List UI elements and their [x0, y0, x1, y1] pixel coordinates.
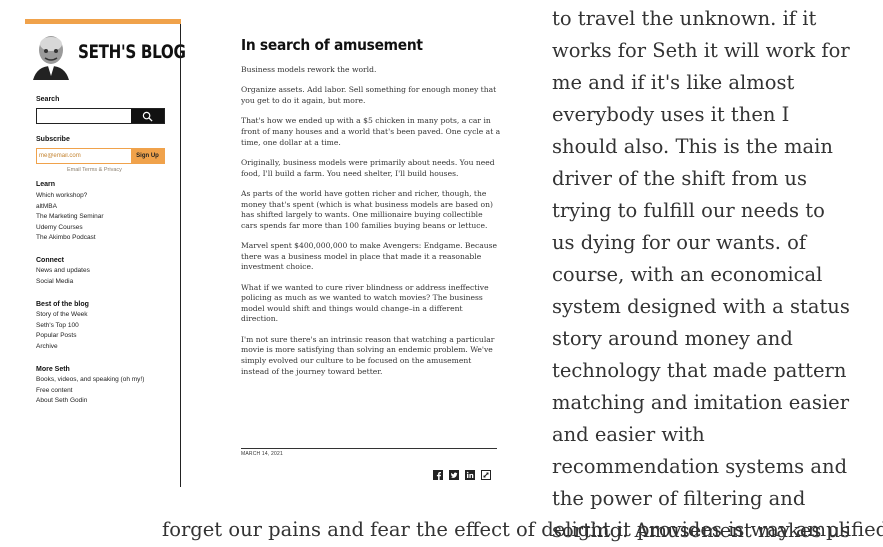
search-icon — [142, 111, 153, 122]
nav-link[interactable]: Books, videos, and speaking (oh my!) — [36, 375, 144, 386]
post-title[interactable]: In search of amusement — [241, 36, 423, 54]
nav-list-connect: News and updates Social Media — [36, 266, 90, 287]
subscribe-label: Subscribe — [36, 136, 70, 143]
post-paragraph: I'm not sure there's an intrinsic reason… — [241, 334, 495, 376]
nav-list-learn: Which workshop? altMBA The Marketing Sem… — [36, 191, 104, 244]
comment-text-continued: forget our pains and fear the effect of … — [162, 518, 883, 541]
nav-link[interactable]: Archive — [36, 342, 88, 353]
nav-heading-best: Best of the blog — [36, 301, 89, 308]
subscribe-form: Sign Up — [36, 148, 165, 164]
post-divider — [241, 448, 497, 449]
signup-button[interactable]: Sign Up — [131, 149, 164, 163]
nav-link[interactable]: Seth's Top 100 — [36, 321, 88, 332]
nav-heading-learn: Learn — [36, 181, 56, 188]
blog-title[interactable]: SETH'S BLOG — [78, 42, 186, 63]
post-paragraph: As parts of the world have gotten richer… — [241, 188, 493, 230]
nav-heading-more: More Seth — [36, 366, 70, 373]
nav-link[interactable]: Story of the Week — [36, 310, 88, 321]
twitter-icon[interactable] — [448, 469, 459, 480]
comment-text: to travel the unknown. if it works for S… — [552, 7, 851, 542]
nav-list-more: Books, videos, and speaking (oh my!) Fre… — [36, 375, 144, 407]
nav-link[interactable]: About Seth Godin — [36, 396, 144, 407]
search-form — [36, 108, 165, 124]
nav-link[interactable]: altMBA — [36, 202, 104, 213]
post-paragraph: Business models rework the world. — [241, 65, 377, 74]
link-icon[interactable] — [480, 469, 491, 480]
sidebar-divider — [180, 24, 181, 487]
post-paragraph: Organize assets. Add labor. Sell somethi… — [241, 85, 497, 105]
post-paragraph: Marvel spent $400,000,000 to make Avenge… — [241, 241, 498, 272]
nav-heading-connect: Connect — [36, 257, 64, 264]
share-bar — [432, 469, 491, 480]
facebook-icon[interactable] — [432, 469, 443, 480]
nav-list-best: Story of the Week Seth's Top 100 Popular… — [36, 310, 88, 352]
post-paragraph: What if we wanted to cure river blindnes… — [241, 282, 489, 324]
search-label: Search — [36, 96, 60, 103]
nav-link[interactable]: Popular Posts — [36, 331, 88, 342]
search-input[interactable] — [37, 109, 139, 123]
blog-screenshot: SETH'S BLOG Search Subscribe Sign Up Ema… — [0, 0, 540, 500]
post-paragraph: Originally, business models were primari… — [241, 157, 495, 178]
post-body: Business models rework the world. Organi… — [241, 65, 501, 387]
post-date[interactable]: MARCH 14, 2021 — [241, 451, 283, 457]
nav-link[interactable]: Udemy Courses — [36, 223, 104, 234]
nav-link[interactable]: The Akimbo Podcast — [36, 233, 104, 244]
email-terms-link[interactable]: Email Terms & Privacy — [67, 167, 122, 173]
author-avatar — [31, 32, 71, 80]
accent-bar — [25, 19, 181, 24]
email-field[interactable] — [37, 149, 135, 163]
post-paragraph: That's how we ended up with a $5 chicken… — [241, 116, 501, 147]
nav-link[interactable]: Social Media — [36, 277, 90, 288]
linkedin-icon[interactable] — [464, 469, 475, 480]
nav-link[interactable]: The Marketing Seminar — [36, 212, 104, 223]
nav-link[interactable]: Free content — [36, 386, 144, 397]
search-button[interactable] — [131, 109, 164, 123]
nav-link[interactable]: News and updates — [36, 266, 90, 277]
nav-link[interactable]: Which workshop? — [36, 191, 104, 202]
